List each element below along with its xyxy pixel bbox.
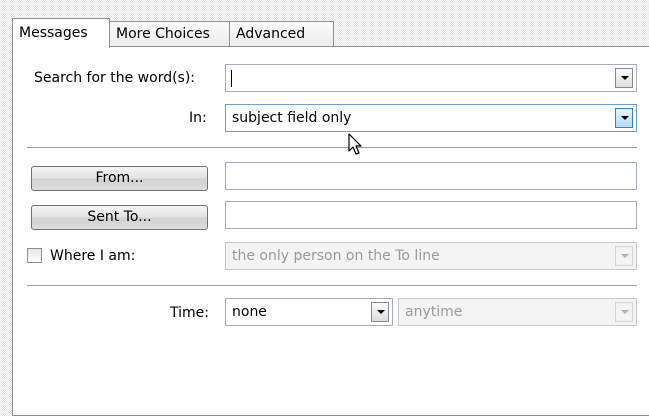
where-i-am-select: the only person on the To line — [225, 242, 637, 270]
mouse-cursor-icon — [348, 133, 362, 155]
time-value: none — [232, 304, 267, 320]
where-i-am-value: the only person on the To line — [232, 248, 440, 264]
divider — [27, 285, 637, 287]
tab-more-choices[interactable]: More Choices — [109, 21, 230, 47]
search-words-label: Search for the word(s): — [34, 70, 196, 86]
time-range-dropdown-button — [615, 302, 633, 322]
chevron-down-icon — [621, 76, 629, 80]
from-button[interactable]: From... — [31, 166, 208, 191]
chevron-down-icon — [377, 310, 385, 314]
time-range-value: anytime — [405, 304, 463, 320]
in-label: In: — [189, 110, 207, 126]
search-words-combobox[interactable] — [225, 64, 637, 92]
search-words-dropdown-button[interactable] — [615, 68, 633, 88]
time-label: Time: — [170, 305, 209, 321]
time-select[interactable]: none — [225, 298, 393, 326]
search-in-select[interactable]: subject field only — [225, 104, 637, 132]
sent-to-button[interactable]: Sent To... — [31, 205, 208, 230]
text-caret — [231, 70, 232, 87]
chevron-down-icon — [621, 254, 629, 258]
chevron-down-icon — [621, 116, 629, 120]
search-in-dropdown-button[interactable] — [615, 108, 633, 128]
sent-to-field[interactable] — [225, 201, 637, 229]
where-i-am-dropdown-button — [615, 246, 633, 266]
time-range-select: anytime — [398, 298, 637, 326]
where-i-am-checkbox[interactable] — [27, 248, 42, 263]
time-dropdown-button[interactable] — [371, 302, 389, 322]
tab-advanced[interactable]: Advanced — [229, 21, 334, 47]
divider — [27, 147, 637, 149]
where-i-am-label: Where I am: — [50, 248, 136, 264]
chevron-down-icon — [621, 310, 629, 314]
tab-messages[interactable]: Messages — [12, 18, 110, 48]
from-field[interactable] — [225, 162, 637, 190]
search-in-value: subject field only — [232, 110, 352, 126]
messages-panel: Search for the word(s): In: subject fiel… — [12, 46, 649, 416]
